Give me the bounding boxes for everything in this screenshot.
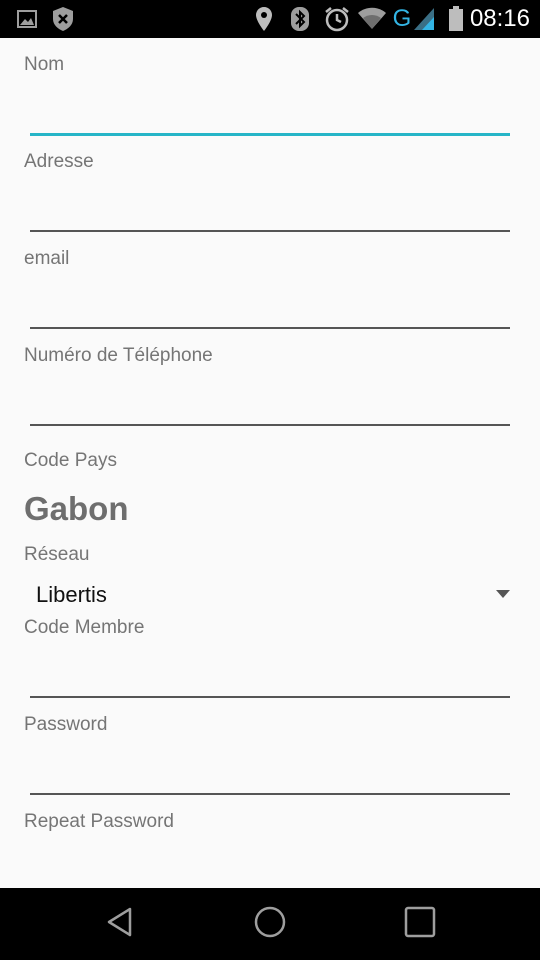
email-field[interactable] — [30, 327, 510, 329]
recents-icon — [404, 906, 436, 943]
recents-button[interactable] — [380, 888, 460, 960]
signal-icon: G — [390, 0, 438, 38]
adresse-field[interactable] — [30, 230, 510, 232]
navigation-bar — [0, 888, 540, 960]
code-pays-value: Gabon — [24, 490, 129, 527]
location-icon — [252, 0, 276, 38]
home-button[interactable] — [230, 888, 310, 960]
adresse-label: Adresse — [24, 151, 94, 172]
reseau-selected-value: Libertis — [36, 582, 107, 607]
back-button[interactable] — [80, 888, 160, 960]
code-membre-label: Code Membre — [24, 617, 145, 638]
alarm-icon — [323, 0, 351, 38]
image-icon — [14, 0, 40, 38]
network-type-label: G — [392, 5, 412, 32]
bluetooth-icon — [288, 0, 312, 38]
wifi-icon — [356, 0, 388, 38]
nom-field[interactable] — [30, 133, 510, 136]
password-label: Password — [24, 714, 108, 735]
code-pays-label: Code Pays — [24, 450, 117, 471]
telephone-label: Numéro de Téléphone — [24, 345, 213, 366]
telephone-field[interactable] — [30, 424, 510, 426]
reseau-dropdown[interactable]: Libertis — [24, 576, 514, 616]
repeat-password-label: Repeat Password — [24, 811, 174, 832]
code-membre-field[interactable] — [30, 696, 510, 698]
dropdown-arrow-icon — [496, 590, 510, 598]
password-field[interactable] — [30, 793, 510, 795]
back-icon — [106, 907, 134, 942]
shield-icon — [48, 0, 78, 38]
reseau-label: Réseau — [24, 544, 90, 565]
battery-icon — [446, 0, 466, 38]
status-time: 08:16 — [469, 5, 530, 32]
home-icon — [254, 906, 286, 943]
email-label: email — [24, 248, 70, 269]
nom-label: Nom — [24, 54, 65, 75]
status-bar: G 08:16 — [0, 0, 540, 38]
